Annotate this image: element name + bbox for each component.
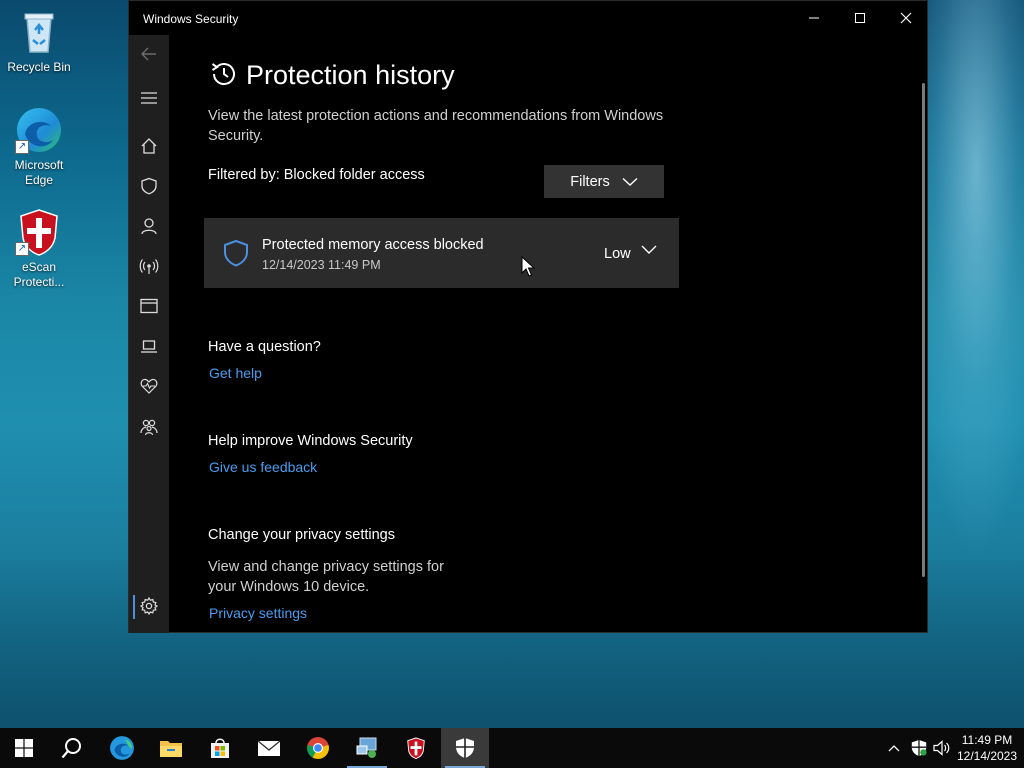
question-heading: Have a question? — [208, 339, 321, 355]
nav-device-security[interactable] — [137, 334, 161, 358]
taskbar-windows-security[interactable] — [441, 728, 489, 768]
window-title: Windows Security — [143, 12, 239, 26]
taskbar-escan[interactable] — [392, 728, 440, 768]
desktop-icon-recycle-bin[interactable]: Recycle Bin — [1, 8, 77, 75]
main-content: Protection history View the latest prote… — [169, 35, 927, 633]
taskbar-clock[interactable]: 11:49 PM 12/14/2023 — [952, 732, 1022, 764]
show-hidden-icons-button[interactable] — [884, 728, 904, 768]
event-title: Protected memory access blocked — [262, 237, 484, 253]
home-icon — [141, 138, 157, 154]
windows-security-window: Windows Security Protection history View… — [128, 0, 928, 633]
desktop-icon-edge[interactable]: ↗ Microsoft Edge — [1, 106, 77, 188]
taskbar-edge[interactable] — [98, 728, 146, 768]
title-bar[interactable]: Windows Security — [129, 1, 927, 35]
menu-button[interactable] — [137, 86, 161, 110]
file-explorer-icon — [160, 741, 182, 757]
mail-icon — [257, 740, 281, 756]
maximize-icon — [855, 13, 865, 23]
hamburger-menu-icon — [141, 92, 157, 104]
expand-chevron-icon[interactable] — [641, 244, 657, 256]
person-icon — [141, 218, 157, 235]
minimize-icon — [809, 17, 819, 19]
nav-home[interactable] — [137, 134, 161, 158]
back-button[interactable] — [137, 42, 161, 66]
minimize-button[interactable] — [791, 1, 837, 35]
shield-icon — [141, 177, 157, 195]
filters-label: Filters — [570, 173, 610, 190]
close-icon — [900, 12, 912, 24]
close-button[interactable] — [883, 1, 929, 35]
recycle-bin-icon — [15, 8, 63, 56]
chrome-icon — [307, 737, 329, 759]
privacy-heading: Change your privacy settings — [208, 527, 395, 543]
shortcut-arrow-icon: ↗ — [15, 242, 29, 256]
get-help-link[interactable]: Get help — [209, 365, 262, 381]
navigation-sidebar — [129, 35, 169, 633]
security-tray-icon — [911, 740, 927, 756]
desktop-icon-label: Recycle Bin — [7, 60, 71, 74]
page-description: View the latest protection actions and r… — [208, 108, 664, 144]
store-icon — [211, 738, 229, 758]
family-icon — [140, 419, 158, 436]
search-icon — [61, 738, 81, 759]
taskbar-store[interactable] — [196, 728, 244, 768]
nav-family-options[interactable] — [137, 415, 161, 439]
improve-heading: Help improve Windows Security — [208, 433, 413, 449]
event-severity: Low — [604, 246, 631, 262]
nav-device-performance[interactable] — [137, 374, 161, 398]
taskbar-file-explorer[interactable] — [147, 728, 195, 768]
windows-security-icon — [456, 738, 474, 758]
wireless-icon — [139, 259, 159, 274]
filter-status: Filtered by: Blocked folder access — [208, 167, 425, 183]
edge-icon — [110, 736, 134, 760]
desktop-icon-label: eScan Protecti... — [13, 260, 65, 289]
taskbar-search-button[interactable] — [48, 728, 96, 768]
desktop-icon-label: Microsoft Edge — [14, 158, 64, 187]
scrollbar[interactable] — [922, 83, 925, 577]
active-indicator — [133, 595, 135, 619]
mouse-cursor-icon — [521, 256, 535, 277]
app-browser-icon — [140, 298, 158, 314]
nav-settings[interactable] — [137, 594, 161, 618]
nav-firewall[interactable] — [137, 254, 161, 278]
taskbar-chrome[interactable] — [294, 728, 342, 768]
taskbar: 11:49 PM 12/14/2023 — [0, 728, 1024, 768]
taskbar-network-tool[interactable] — [343, 728, 391, 768]
history-clock-icon — [211, 63, 235, 86]
chevron-down-icon — [622, 177, 638, 186]
network-tool-icon — [356, 737, 377, 758]
shield-outline-icon — [224, 239, 248, 267]
event-timestamp: 12/14/2023 11:49 PM — [262, 258, 381, 272]
history-event-card[interactable]: Protected memory access blocked 12/14/20… — [204, 218, 679, 288]
desktop-icon-escan[interactable]: ↗ eScan Protecti... — [1, 208, 77, 290]
nav-app-browser-control[interactable] — [137, 294, 161, 318]
escan-icon — [407, 737, 425, 760]
chevron-up-icon — [888, 745, 900, 752]
give-feedback-link[interactable]: Give us feedback — [209, 459, 317, 475]
settings-gear-icon — [140, 597, 158, 615]
heart-pulse-icon — [140, 378, 158, 394]
clock-date: 12/14/2023 — [956, 749, 1018, 763]
start-button[interactable] — [0, 728, 48, 768]
edge-icon: ↗ — [15, 106, 63, 154]
maximize-button[interactable] — [837, 1, 883, 35]
back-arrow-icon — [141, 47, 156, 61]
privacy-settings-link[interactable]: Privacy settings — [209, 605, 307, 621]
speaker-icon — [933, 740, 950, 756]
escan-shield-icon: ↗ — [15, 208, 63, 256]
privacy-description: View and change privacy settings for you… — [208, 559, 444, 595]
page-title: Protection history — [246, 60, 455, 90]
laptop-icon — [141, 340, 157, 353]
tray-volume[interactable] — [931, 728, 953, 768]
nav-account-protection[interactable] — [137, 214, 161, 238]
clock-time: 11:49 PM — [961, 733, 1013, 747]
tray-security[interactable] — [908, 728, 930, 768]
shortcut-arrow-icon: ↗ — [15, 140, 29, 154]
nav-virus-protection[interactable] — [137, 174, 161, 198]
start-icon — [15, 739, 33, 757]
taskbar-mail[interactable] — [245, 728, 293, 768]
filters-dropdown-button[interactable]: Filters — [544, 165, 664, 198]
